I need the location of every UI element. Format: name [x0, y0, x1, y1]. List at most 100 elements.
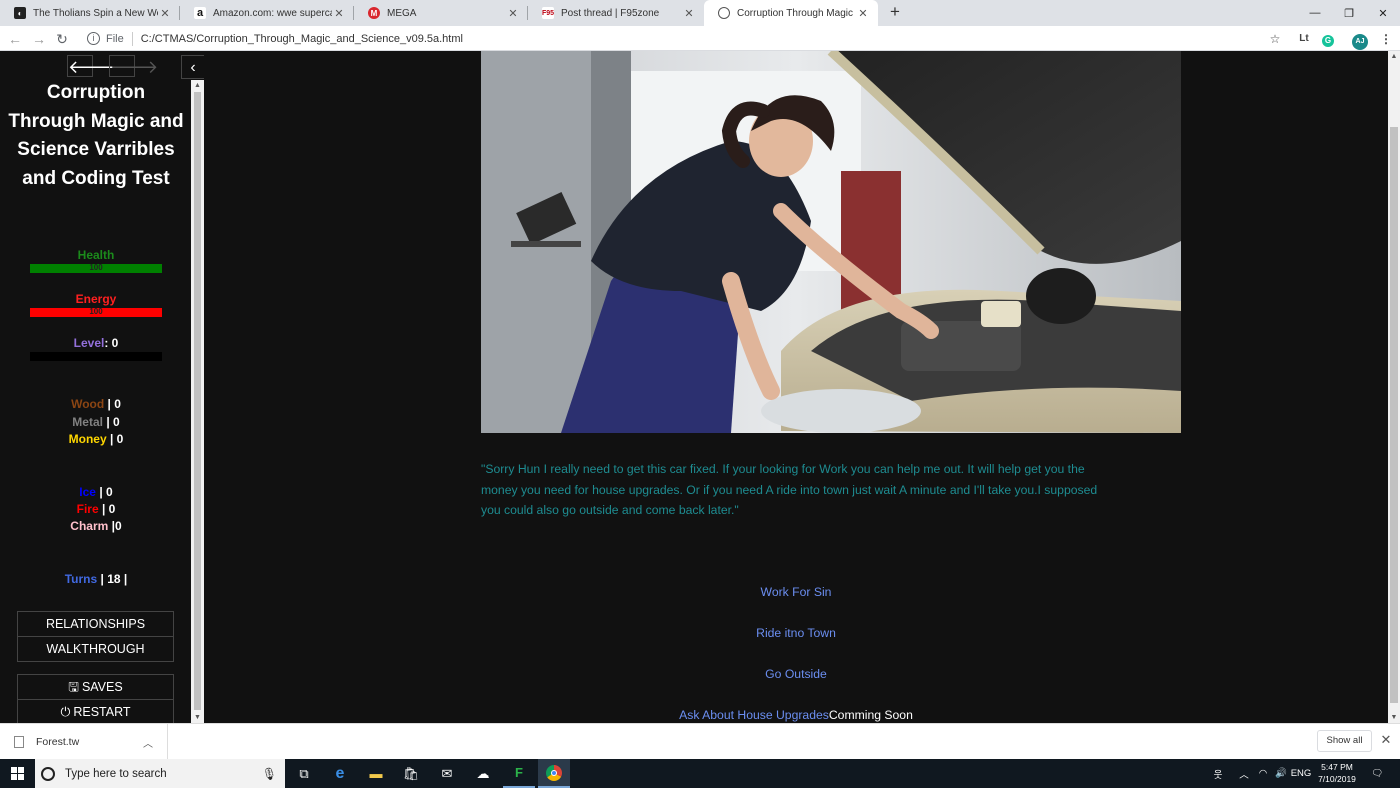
back-icon[interactable]: ←: [6, 30, 24, 48]
wood-value: | 0: [104, 397, 121, 411]
reload-icon[interactable]: ↻: [53, 30, 71, 48]
scroll-down-icon[interactable]: ▼: [191, 712, 204, 723]
show-all-button[interactable]: Show all: [1317, 730, 1372, 752]
forward-icon[interactable]: →: [30, 30, 48, 48]
close-tab-icon[interactable]: ✕: [856, 7, 870, 20]
ice-label: Ice: [79, 485, 96, 499]
wood-stat: Wood | 0: [8, 397, 184, 411]
address-bar[interactable]: i File C:/CTMAS/Corruption_Through_Magic…: [80, 28, 1290, 49]
mechanic-photo: [481, 51, 1181, 433]
restart-button[interactable]: ⏻ RESTART: [17, 699, 174, 725]
people-icon[interactable]: 웃: [1208, 759, 1228, 788]
sidebar-scrollbar[interactable]: ▲ ▼: [191, 80, 204, 723]
money-label: Money: [68, 432, 107, 446]
download-item[interactable]: Forest.tw ︿: [0, 724, 168, 760]
mega-favicon-icon: M: [368, 7, 380, 19]
microphone-icon[interactable]: 🎙: [262, 767, 277, 781]
chrome-menu-icon[interactable]: ⋮: [1377, 30, 1395, 48]
volume-icon[interactable]: 🔊: [1272, 759, 1290, 788]
page-scrollbar[interactable]: ▲ ▼: [1388, 51, 1400, 723]
turns-stat: Turns | 18 |: [8, 572, 184, 586]
action-center-icon[interactable]: 🗨: [1368, 759, 1386, 788]
close-tab-icon[interactable]: ✕: [158, 7, 172, 20]
restart-label: RESTART: [73, 705, 131, 719]
close-tab-icon[interactable]: ✕: [682, 7, 696, 20]
download-filename[interactable]: Forest.tw: [36, 736, 79, 748]
task-view-icon[interactable]: ⧉: [288, 759, 320, 788]
browser-tab[interactable]: M MEGA ✕: [354, 0, 528, 26]
search-placeholder: Type here to search: [65, 767, 167, 780]
choice-ride-into-town[interactable]: Ride itno Town: [481, 626, 1111, 640]
history-back-button[interactable]: 🡐: [67, 55, 116, 77]
taskbar-search-box[interactable]: Type here to search 🎙: [35, 759, 285, 788]
choice-label[interactable]: Ride itno Town: [756, 626, 836, 640]
fire-label: Fire: [76, 502, 99, 516]
chrome-icon[interactable]: [538, 759, 570, 788]
metal-label: Metal: [72, 415, 103, 429]
scroll-down-icon[interactable]: ▼: [1388, 712, 1400, 723]
walkthrough-button[interactable]: WALKTHROUGH: [17, 636, 174, 662]
file-explorer-icon[interactable]: ▬: [360, 759, 392, 788]
saves-button[interactable]: 🖫 SAVES: [17, 674, 174, 700]
twine-icon[interactable]: F: [503, 759, 535, 788]
scroll-up-icon[interactable]: ▲: [1388, 51, 1400, 62]
system-clock[interactable]: 5:47 PM 7/10/2019: [1310, 761, 1364, 785]
page-scroll-thumb[interactable]: [1390, 127, 1398, 703]
grammarly-icon[interactable]: G: [1319, 30, 1337, 48]
show-hidden-icons-chevron[interactable]: ︿: [1236, 759, 1252, 788]
choice-go-outside[interactable]: Go Outside: [481, 667, 1111, 681]
metal-stat: Metal | 0: [8, 415, 184, 429]
close-window-icon[interactable]: ✕: [1366, 0, 1400, 26]
choice-label[interactable]: Ask About House Upgrades: [679, 708, 829, 722]
profile-avatar[interactable]: AJ: [1351, 30, 1369, 50]
level-bar: [30, 352, 162, 361]
tholians-favicon-icon: ◐: [14, 7, 26, 19]
new-tab-button[interactable]: +: [886, 3, 904, 21]
extension-icon[interactable]: Lt: [1295, 30, 1313, 48]
level-value: : 0: [104, 336, 119, 350]
mechanic-illustration: [481, 51, 1181, 433]
choice-work-for-sin[interactable]: Work For Sin: [481, 585, 1111, 599]
story-sidebar: 🡐 🡒 Corruption Through Magic and Science…: [0, 51, 191, 725]
sidebar-collapse-button[interactable]: ‹: [181, 55, 205, 79]
minimize-icon[interactable]: —: [1298, 0, 1332, 26]
money-stat: Money | 0: [8, 432, 184, 446]
close-tab-icon[interactable]: ✕: [506, 7, 520, 20]
browser-toolbar: ← → ↻ i File C:/CTMAS/Corruption_Through…: [0, 26, 1400, 51]
npc-dialog: "Sorry Hun I really need to get this car…: [481, 462, 1098, 517]
f95-favicon-icon: F95: [542, 7, 554, 19]
info-icon[interactable]: i: [87, 32, 100, 45]
ice-stat: Ice | 0: [8, 485, 184, 499]
choice-label[interactable]: Work For Sin: [761, 585, 832, 599]
ice-value: | 0: [95, 485, 113, 499]
chevron-up-icon[interactable]: ︿: [143, 735, 153, 750]
browser-tab[interactable]: ◐ The Tholians Spin a New Web | S ✕: [0, 0, 180, 26]
browser-tab[interactable]: F95 Post thread | F95zone ✕: [528, 0, 704, 26]
floppy-disk-icon: 🖫: [68, 680, 79, 694]
sidebar-scroll-thumb[interactable]: [194, 92, 201, 710]
mail-icon[interactable]: ✉: [431, 759, 463, 788]
choice-label[interactable]: Go Outside: [765, 667, 827, 681]
turns-value: | 18 |: [97, 572, 128, 586]
browser-tab-active[interactable]: Corruption Through Magic and S ✕: [704, 0, 878, 26]
url-text[interactable]: C:/CTMAS/Corruption_Through_Magic_and_Sc…: [141, 33, 463, 45]
language-indicator[interactable]: ENG: [1290, 759, 1312, 788]
bookmark-star-icon[interactable]: ☆: [1266, 30, 1284, 48]
choice-house-upgrades[interactable]: Ask About House UpgradesComming Soon: [481, 708, 1111, 722]
turns-label: Turns: [64, 572, 98, 586]
close-shelf-icon[interactable]: ✕: [1378, 732, 1394, 750]
charm-label: Charm: [70, 519, 109, 533]
scroll-up-icon[interactable]: ▲: [191, 80, 204, 91]
store-icon[interactable]: 🛍: [395, 759, 427, 788]
health-value: 100: [89, 263, 103, 272]
health-label: Health: [77, 248, 115, 262]
windows-start-button[interactable]: [0, 759, 35, 788]
relationships-button[interactable]: RELATIONSHIPS: [17, 611, 174, 637]
browser-tab[interactable]: a Amazon.com: wwe supercard ✕: [180, 0, 354, 26]
close-tab-icon[interactable]: ✕: [332, 7, 346, 20]
history-forward-button[interactable]: 🡒: [109, 55, 158, 77]
app-icon[interactable]: ☁: [467, 759, 499, 788]
restore-icon[interactable]: ❐: [1332, 0, 1366, 26]
network-icon[interactable]: ◠: [1254, 759, 1272, 788]
edge-icon[interactable]: e: [324, 759, 356, 788]
